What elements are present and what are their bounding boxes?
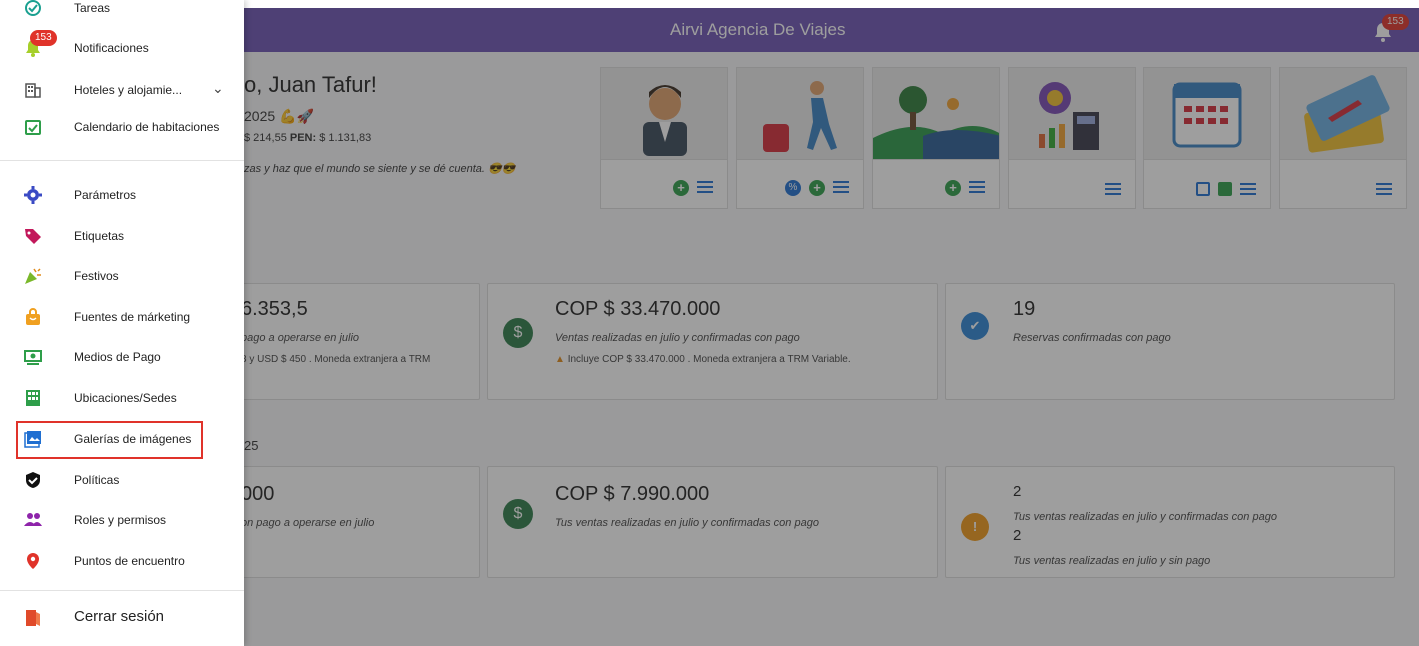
menu-divider [0, 160, 244, 161]
menu-item-tareas[interactable]: Tareas [0, 0, 244, 26]
tasks-icon [24, 0, 42, 17]
menu-label: Roles y permisos [74, 513, 167, 527]
shopping-bag-icon [24, 308, 42, 326]
menu-item-fuentes-marketing[interactable]: Fuentes de márketing [0, 299, 244, 335]
menu-label: Ubicaciones/Sedes [74, 391, 177, 405]
party-popper-icon [24, 267, 42, 285]
menu-item-etiquetas[interactable]: Etiquetas [0, 218, 244, 254]
menu-item-roles-permisos[interactable]: Roles y permisos [0, 502, 244, 538]
map-pin-icon [24, 552, 42, 570]
menu-label: Hoteles y alojamie... [74, 83, 183, 97]
menu-label: Fuentes de márketing [74, 310, 191, 324]
menu-label: Medios de Pago [74, 350, 161, 364]
side-drawer: Tareas 153 Notificaciones Hoteles y aloj… [0, 0, 244, 646]
menu-label: Parámetros [74, 188, 137, 202]
menu-label: Notificaciones [74, 41, 149, 55]
menu-item-calendario-habitaciones[interactable]: Calendario de habitaciones [0, 109, 244, 145]
highlight-box [16, 421, 203, 459]
drawer-backdrop[interactable] [244, 8, 1419, 646]
menu-item-politicas[interactable]: Políticas [0, 462, 244, 498]
menu-label: Políticas [74, 473, 120, 487]
shield-icon [24, 471, 42, 489]
menu-label: Puntos de encuentro [74, 554, 185, 568]
menu-item-cerrar-sesion[interactable]: Cerrar sesión [0, 600, 244, 636]
menu-label: Cerrar sesión [74, 608, 165, 625]
calendar-check-icon [24, 118, 42, 136]
menu-label: Etiquetas [74, 229, 125, 243]
tag-icon [24, 227, 42, 245]
users-icon [24, 511, 42, 529]
menu-item-notificaciones[interactable]: 153 Notificaciones [0, 30, 244, 66]
menu-label: Calendario de habitaciones [74, 120, 220, 134]
menu-item-medios-pago[interactable]: Medios de Pago [0, 339, 244, 375]
chevron-down-icon[interactable]: ⌄ [212, 80, 224, 97]
logout-icon [24, 609, 42, 627]
menu-item-hoteles[interactable]: Hoteles y alojamie... ⌄ [0, 72, 244, 108]
building-icon [24, 81, 42, 99]
menu-item-ubicaciones-sedes[interactable]: Ubicaciones/Sedes [0, 380, 244, 416]
building-icon [24, 389, 42, 407]
menu-divider [0, 590, 244, 591]
cash-icon [24, 348, 42, 366]
menu-label: Festivos [74, 269, 119, 283]
notification-badge: 153 [30, 30, 57, 46]
menu-item-puntos-encuentro[interactable]: Puntos de encuentro [0, 543, 244, 579]
menu-label: Tareas [74, 1, 111, 15]
gear-icon [24, 186, 42, 204]
menu-item-festivos[interactable]: Festivos [0, 258, 244, 294]
menu-item-parametros[interactable]: Parámetros [0, 177, 244, 213]
